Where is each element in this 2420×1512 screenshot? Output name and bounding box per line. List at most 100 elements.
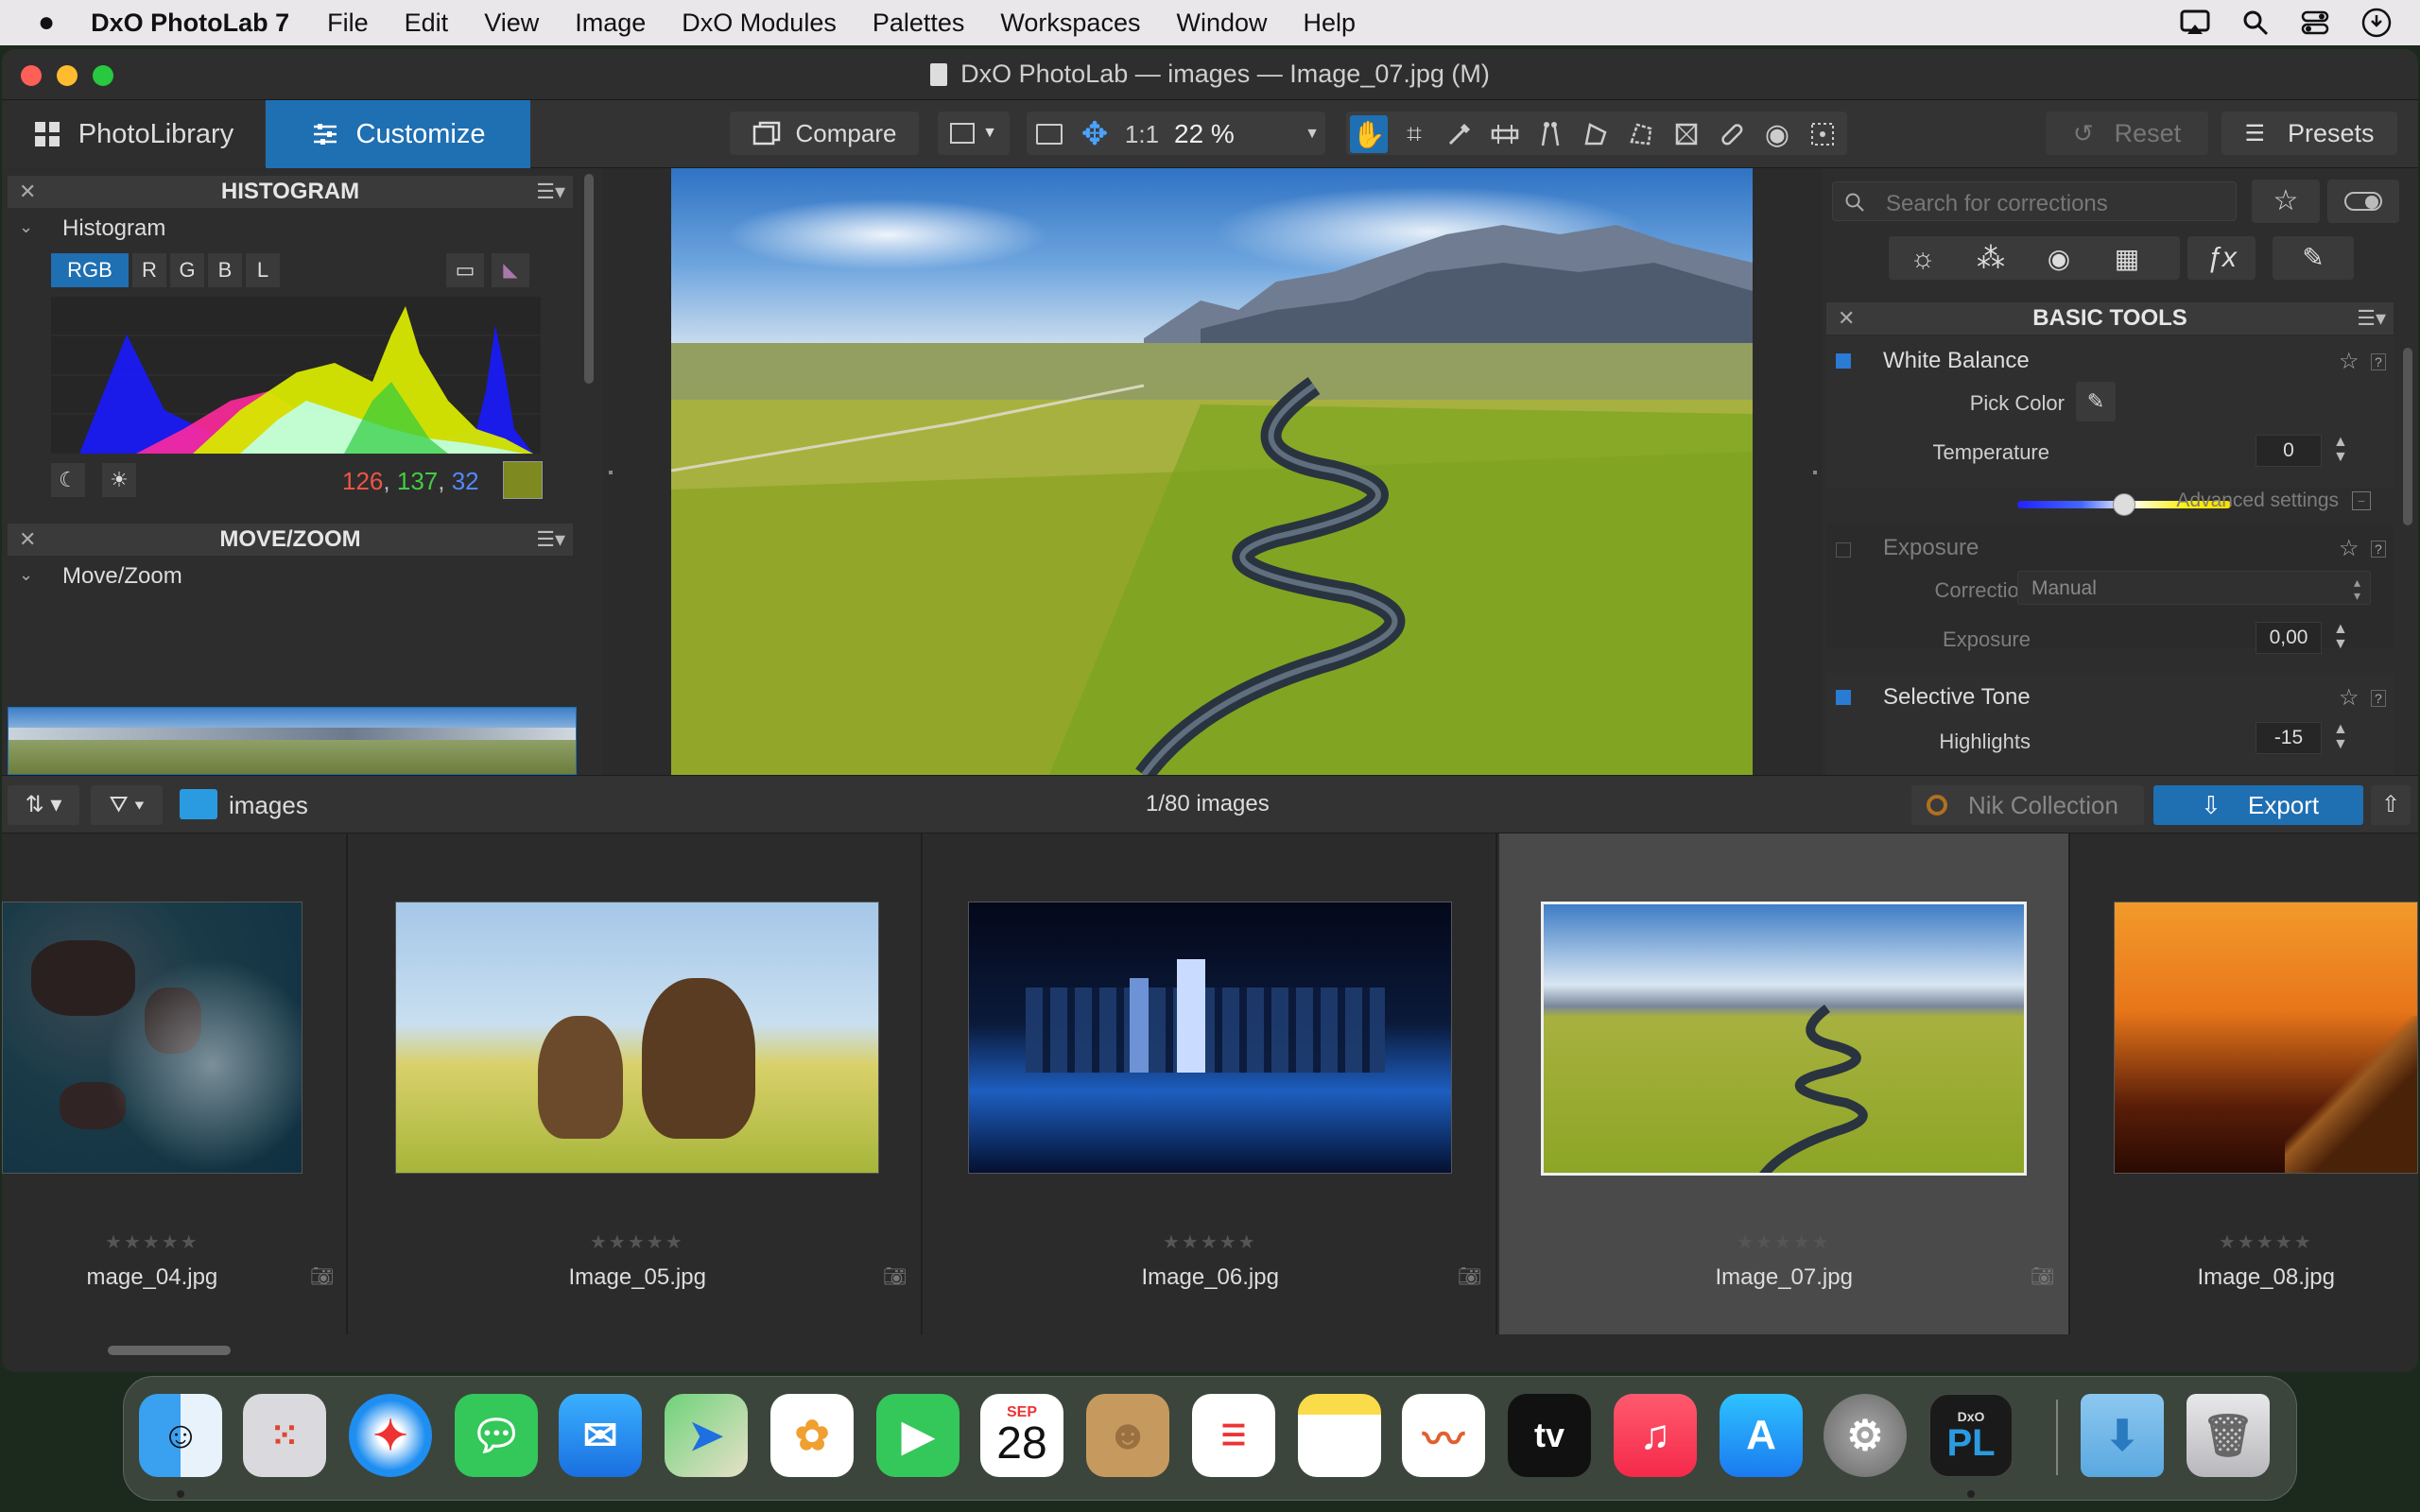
rating-stars[interactable]: ★★★★★ bbox=[2219, 1230, 2313, 1254]
thumbnail-image[interactable] bbox=[2114, 902, 2418, 1174]
trash-icon[interactable]: 🗑︎ bbox=[2187, 1394, 2270, 1477]
chevron-down-icon[interactable]: ⌄ bbox=[19, 565, 33, 585]
panel-menu-icon[interactable]: ☰▾ bbox=[536, 527, 565, 552]
export-button[interactable]: ⇩ Export bbox=[2153, 785, 2363, 825]
favorites-star-button[interactable]: ☆ bbox=[2252, 180, 2320, 223]
panel-menu-icon[interactable]: ☰▾ bbox=[536, 180, 565, 204]
sort-dropdown[interactable]: ⇅ ▾ bbox=[8, 785, 79, 825]
contacts-icon[interactable]: ☻ bbox=[1086, 1394, 1169, 1477]
thumbnail-image[interactable] bbox=[1541, 902, 2027, 1176]
channel-tab-g[interactable]: G bbox=[170, 253, 204, 287]
filmstrip-item[interactable]: ★★★★★ mage_04.jpg 📷︎ bbox=[2, 833, 348, 1334]
close-window-button[interactable] bbox=[21, 65, 42, 86]
reset-button[interactable]: ↺ Reset bbox=[2046, 112, 2208, 155]
filmstrip-item[interactable]: ★★★★★ Image_06.jpg 📷︎ bbox=[925, 833, 1497, 1334]
folder-name[interactable]: images bbox=[229, 791, 308, 820]
photos-icon[interactable]: ✿ bbox=[770, 1394, 854, 1477]
search-icon[interactable] bbox=[2242, 9, 2269, 36]
mail-icon[interactable]: ✉ bbox=[559, 1394, 642, 1477]
help-icon[interactable]: ? bbox=[2371, 690, 2386, 707]
clip-highlights-icon[interactable]: ☀ bbox=[102, 463, 136, 497]
filter-dropdown[interactable]: ⛛ ▾ bbox=[91, 785, 163, 825]
menu-edit[interactable]: Edit bbox=[405, 9, 449, 38]
white-balance-checkbox[interactable] bbox=[1836, 353, 1851, 369]
repair-tool-icon[interactable] bbox=[1713, 115, 1751, 153]
cast-icon[interactable] bbox=[2180, 9, 2210, 36]
color-palette-icon[interactable]: ⁂ bbox=[1962, 240, 2019, 278]
gamut-icon[interactable]: ◣ bbox=[492, 253, 529, 287]
presets-button[interactable]: ☰ Presets bbox=[2221, 112, 2397, 155]
horizon-tool-icon[interactable] bbox=[1486, 115, 1524, 153]
toggle-icon[interactable] bbox=[2327, 180, 2399, 223]
move-icon[interactable]: ✥ bbox=[1076, 115, 1114, 153]
menu-view[interactable]: View bbox=[484, 9, 539, 38]
notes-icon[interactable] bbox=[1298, 1394, 1381, 1477]
chevron-down-icon[interactable]: ⌄ bbox=[19, 217, 33, 237]
safari-icon[interactable]: ✦ bbox=[349, 1394, 432, 1477]
filmstrip-item[interactable]: ★★★★★ Image_08.jpg bbox=[2072, 833, 2418, 1334]
right-collapse-handle[interactable] bbox=[1813, 471, 1817, 474]
exposure-stepper[interactable]: ▲ ▼ bbox=[2333, 622, 2348, 652]
hand-tool-icon[interactable]: ✋ bbox=[1350, 115, 1388, 153]
launchpad-icon[interactable]: ⁙ bbox=[243, 1394, 326, 1477]
menu-dxo-modules[interactable]: DxO Modules bbox=[682, 9, 837, 38]
apple-tv-icon[interactable]: tv bbox=[1508, 1394, 1591, 1477]
fit-screen-icon[interactable] bbox=[1030, 115, 1068, 153]
downloads-folder-icon[interactable]: ⬇ bbox=[2081, 1394, 2164, 1477]
geometry-palette-icon[interactable]: ▦ bbox=[2099, 240, 2155, 278]
star-icon[interactable]: ☆ bbox=[2339, 684, 2360, 712]
grid-overlay-icon[interactable] bbox=[1804, 115, 1841, 153]
thumbnail-image[interactable] bbox=[2, 902, 302, 1174]
control-center-icon[interactable] bbox=[2301, 9, 2329, 36]
menu-help[interactable]: Help bbox=[1304, 9, 1357, 38]
split-view-dropdown[interactable]: ▼ bbox=[938, 112, 1010, 155]
menu-window[interactable]: Window bbox=[1176, 9, 1267, 38]
freeform-icon[interactable]: 〰 bbox=[1402, 1394, 1485, 1477]
zoom-window-button[interactable] bbox=[93, 65, 113, 86]
close-icon[interactable]: ✕ bbox=[19, 180, 36, 204]
filmstrip-item[interactable]: ★★★★★ Image_05.jpg 📷︎ bbox=[350, 833, 923, 1334]
filmstrip-scrollbar[interactable] bbox=[108, 1346, 231, 1355]
thumbnail-image[interactable] bbox=[395, 902, 879, 1174]
left-panel-scrollbar[interactable] bbox=[584, 174, 594, 384]
light-palette-icon[interactable]: ☼ bbox=[1894, 240, 1951, 278]
compare-button[interactable]: Compare bbox=[730, 112, 919, 155]
close-icon[interactable]: ✕ bbox=[19, 527, 36, 552]
perspective-tool-icon[interactable] bbox=[1531, 115, 1569, 153]
minimize-window-button[interactable] bbox=[57, 65, 78, 86]
dxo-photolab-icon[interactable]: DxO PL bbox=[1929, 1394, 2013, 1477]
effects-palette-icon[interactable]: ƒx bbox=[2187, 236, 2256, 280]
eyedropper-button[interactable]: ✎ bbox=[2076, 382, 2116, 421]
star-icon[interactable]: ☆ bbox=[2339, 535, 2360, 562]
reminders-icon[interactable]: ☰ bbox=[1192, 1394, 1275, 1477]
exposure-checkbox[interactable] bbox=[1836, 542, 1851, 558]
search-input[interactable]: Search for corrections bbox=[1832, 181, 2237, 221]
tab-photolibrary[interactable]: PhotoLibrary bbox=[2, 100, 265, 168]
highlights-value[interactable]: -15 bbox=[2256, 722, 2322, 754]
star-icon[interactable]: ☆ bbox=[2339, 348, 2360, 375]
expand-icon[interactable]: − bbox=[2352, 491, 2371, 510]
clip-shadows-icon[interactable]: ☾ bbox=[51, 463, 85, 497]
user-icon[interactable] bbox=[2361, 8, 2392, 38]
app-menu[interactable]: DxO PhotoLab 7 bbox=[91, 9, 289, 38]
rating-stars[interactable]: ★★★★★ bbox=[105, 1230, 199, 1254]
correction-dropdown[interactable]: Manual ▴ ▾ bbox=[2017, 571, 2371, 605]
right-panel-scrollbar[interactable] bbox=[2403, 348, 2412, 525]
main-image[interactable] bbox=[671, 168, 1753, 775]
local-palette-icon[interactable]: ✎ bbox=[2273, 236, 2354, 280]
tab-customize[interactable]: Customize bbox=[266, 100, 530, 168]
app-store-icon[interactable]: A bbox=[1720, 1394, 1803, 1477]
thumbnail-image[interactable] bbox=[968, 902, 1452, 1174]
menu-image[interactable]: Image bbox=[575, 9, 646, 38]
advanced-settings-label[interactable]: Advanced settings bbox=[2068, 490, 2339, 512]
detail-palette-icon[interactable]: ◉ bbox=[2031, 240, 2087, 278]
zoom-chevron-icon[interactable]: ▼ bbox=[1293, 115, 1331, 153]
panel-menu-icon[interactable]: ☰▾ bbox=[2357, 306, 2386, 331]
messages-icon[interactable]: 💬︎ bbox=[455, 1394, 538, 1477]
calendar-icon[interactable]: SEP 28 bbox=[980, 1394, 1063, 1477]
share-icon[interactable]: ⇧ bbox=[2371, 785, 2411, 825]
zoom-value[interactable]: 22 % bbox=[1174, 115, 1278, 153]
exposure-value[interactable]: 0,00 bbox=[2256, 622, 2322, 654]
help-icon[interactable]: ? bbox=[2371, 541, 2386, 558]
image-viewer[interactable] bbox=[603, 168, 1823, 775]
